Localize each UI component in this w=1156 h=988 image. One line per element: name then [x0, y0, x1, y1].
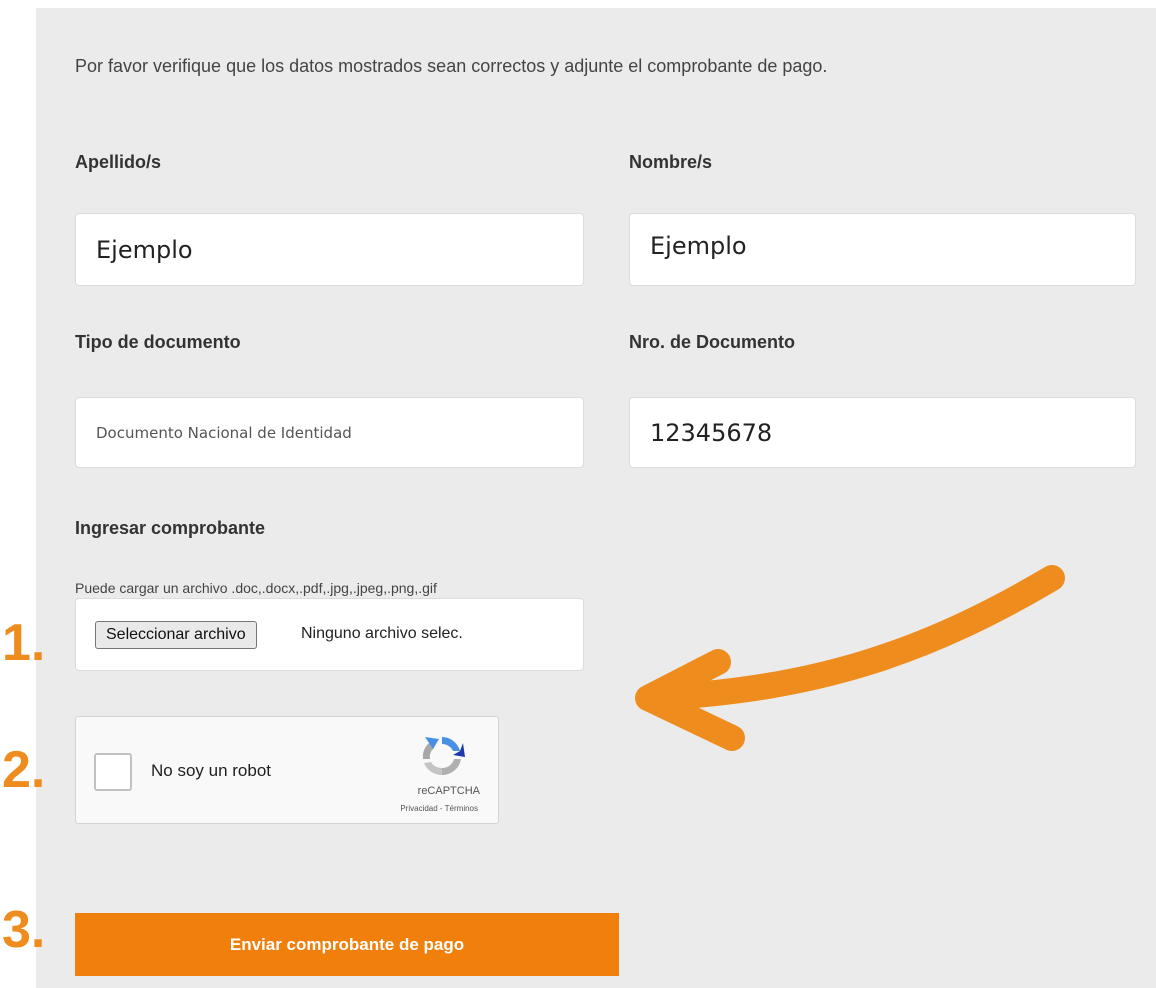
- recaptcha-logo-icon: [422, 737, 465, 776]
- doc-number-value: 12345678: [650, 418, 773, 447]
- submit-payment-button[interactable]: Enviar comprobante de pago: [75, 913, 619, 976]
- file-status-text: Ninguno archivo selec.: [301, 625, 463, 642]
- upload-hint: Puede cargar un archivo .doc,.docx,.pdf,…: [75, 580, 437, 596]
- name-input[interactable]: Ejemplo: [629, 213, 1136, 286]
- name-label: Nombre/s: [629, 152, 713, 172]
- step-number-1: 1.: [2, 614, 46, 672]
- doc-type-select[interactable]: Documento Nacional de Identidad: [75, 397, 584, 468]
- recaptcha-label: No soy un robot: [151, 761, 272, 780]
- doc-type-label: Tipo de documento: [75, 332, 241, 352]
- step-number-2: 2.: [2, 741, 46, 799]
- upload-label: Ingresar comprobante: [75, 518, 266, 538]
- doc-number-input[interactable]: 12345678: [629, 397, 1136, 468]
- intro-text: Por favor verifique que los datos mostra…: [75, 56, 828, 76]
- recaptcha-links[interactable]: Privacidad - Términos: [400, 804, 478, 813]
- doc-number-label: Nro. de Documento: [629, 332, 796, 352]
- step-number-3: 3.: [2, 901, 46, 959]
- surname-value: Ejemplo: [96, 235, 193, 264]
- name-value: Ejemplo: [650, 232, 747, 260]
- surname-input[interactable]: Ejemplo: [75, 213, 584, 286]
- recaptcha-widget: No soy un robot reCAPTCHA Privacidad - T…: [75, 716, 499, 824]
- surname-label: Apellido/s: [75, 152, 162, 172]
- recaptcha-checkbox[interactable]: [94, 753, 132, 791]
- recaptcha-brand: reCAPTCHA: [417, 785, 480, 797]
- doc-type-value: Documento Nacional de Identidad: [96, 423, 352, 442]
- form-panel: [36, 8, 1156, 988]
- select-file-button[interactable]: Seleccionar archivo: [95, 621, 257, 649]
